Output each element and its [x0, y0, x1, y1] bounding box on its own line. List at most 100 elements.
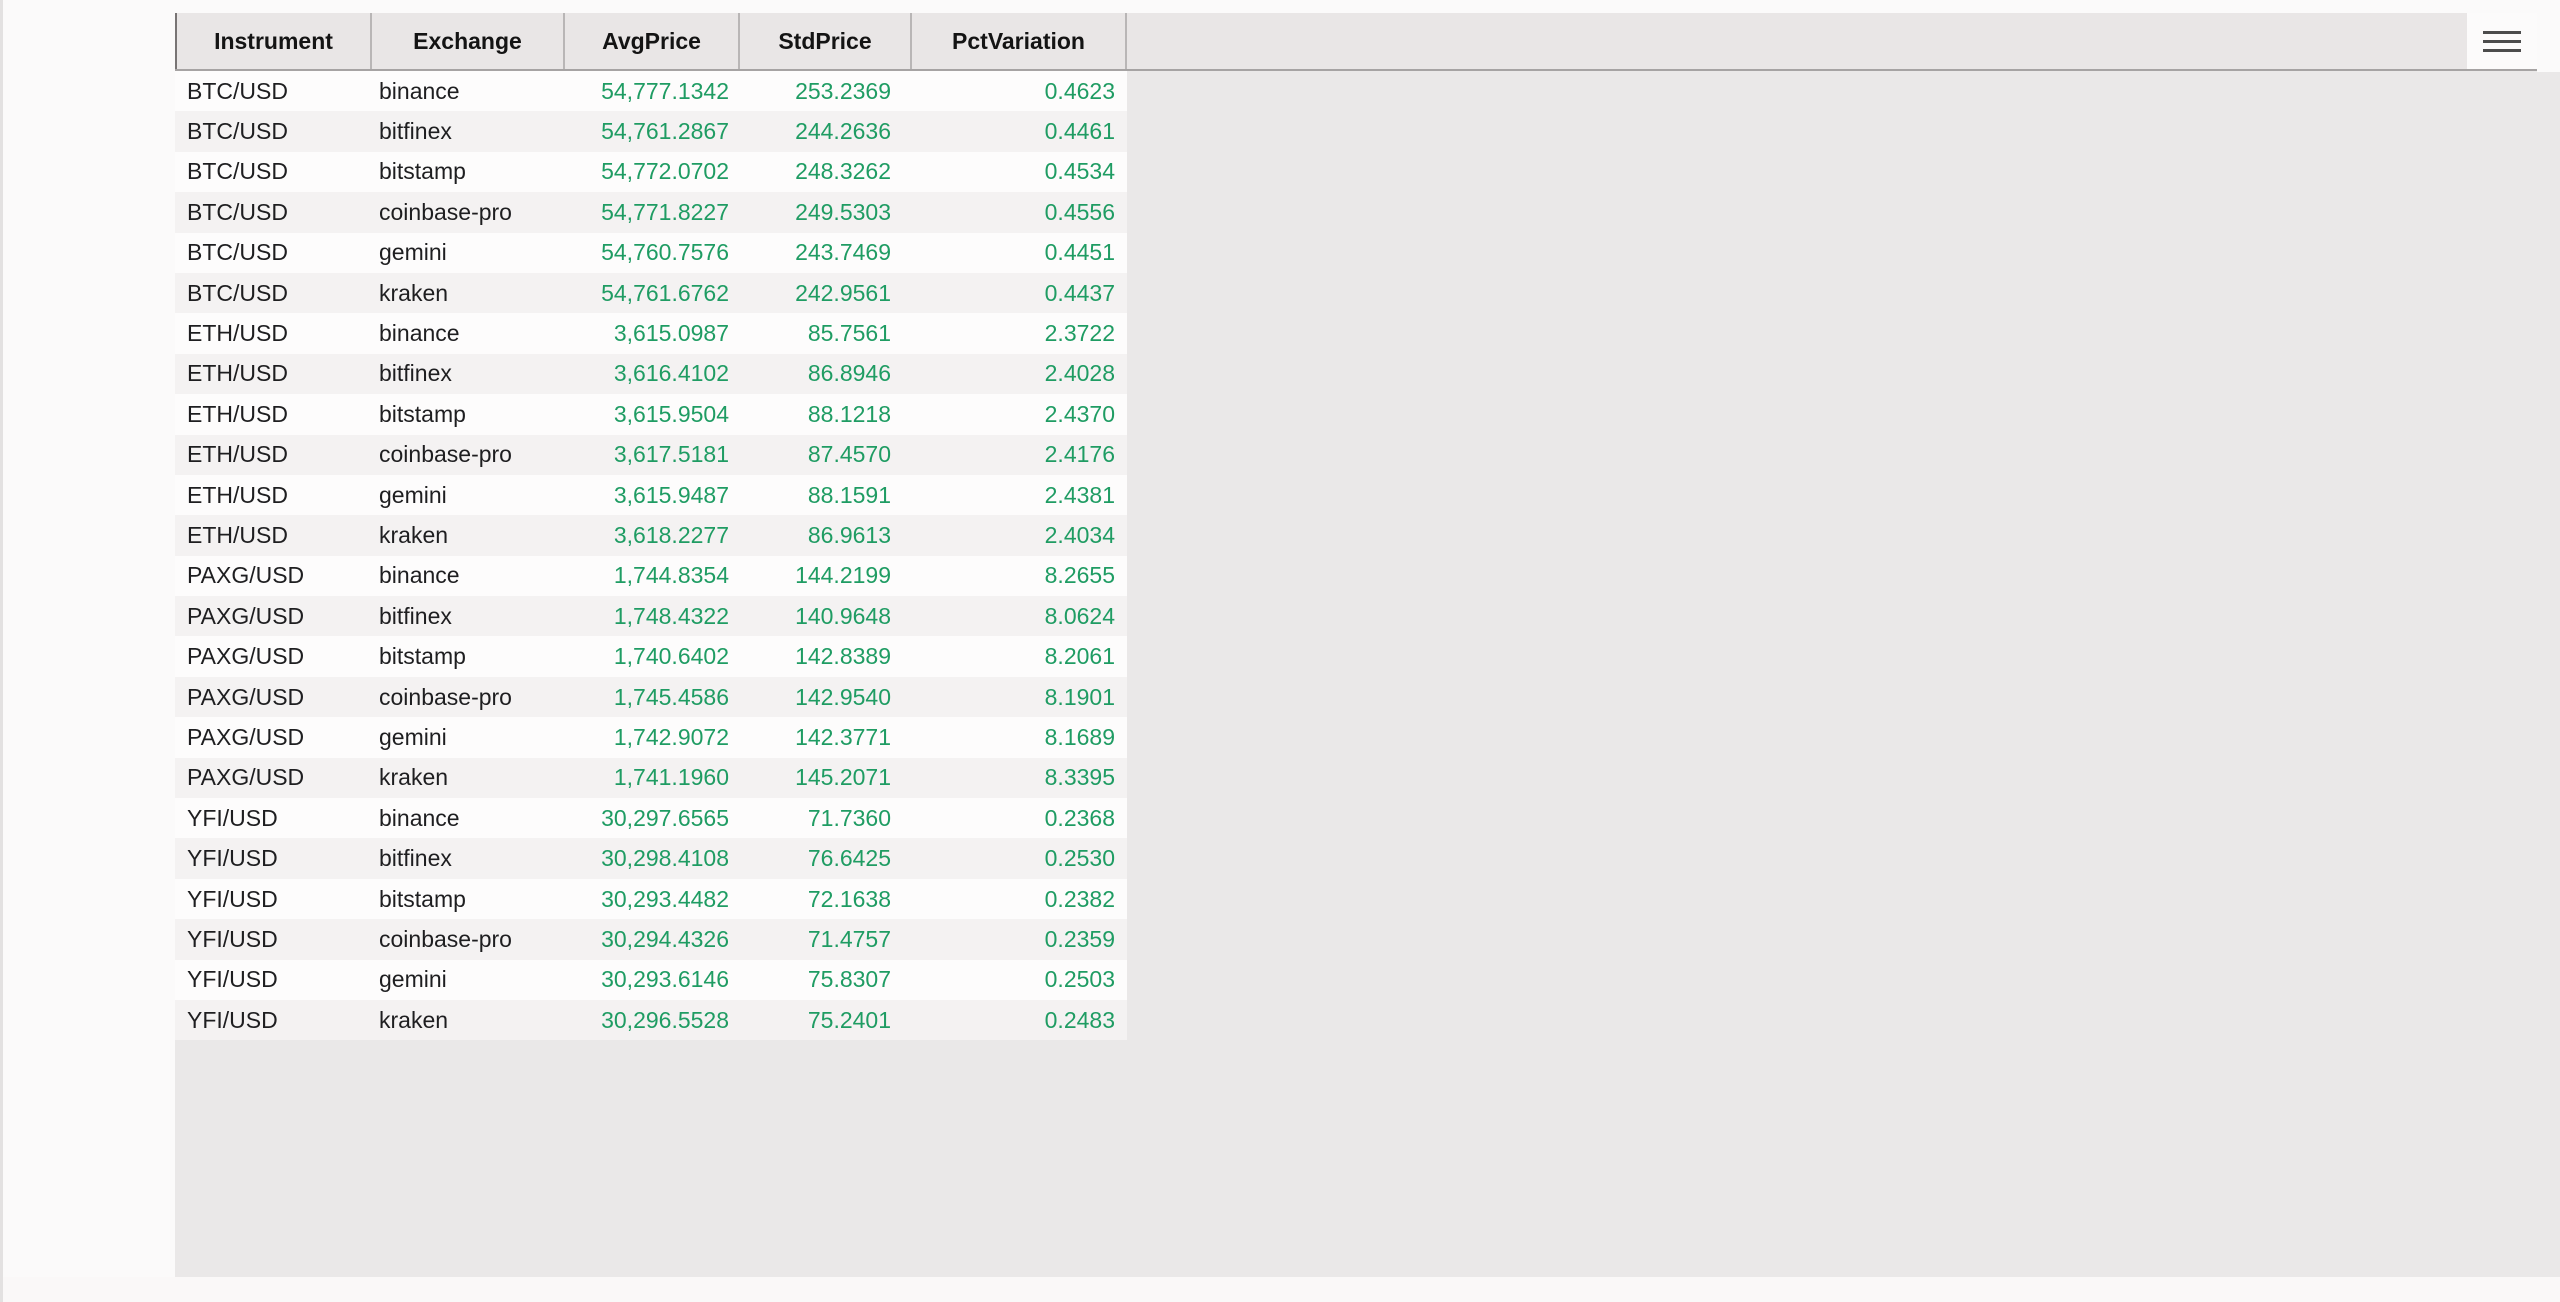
cell-instrument[interactable]: BTC/USD [175, 280, 372, 307]
cell-avgprice[interactable]: 1,745.4586 [565, 684, 740, 711]
cell-exchange[interactable]: bitfinex [372, 360, 565, 387]
cell-avgprice[interactable]: 54,777.1342 [565, 78, 740, 105]
cell-exchange[interactable]: coinbase-pro [372, 926, 565, 953]
cell-pctvariation[interactable]: 8.2061 [912, 643, 1127, 670]
cell-avgprice[interactable]: 3,615.9504 [565, 401, 740, 428]
cell-avgprice[interactable]: 54,760.7576 [565, 239, 740, 266]
cell-exchange[interactable]: kraken [372, 1007, 565, 1034]
cell-instrument[interactable]: PAXG/USD [175, 764, 372, 791]
cell-avgprice[interactable]: 3,618.2277 [565, 522, 740, 549]
cell-pctvariation[interactable]: 8.1689 [912, 724, 1127, 751]
cell-exchange[interactable]: gemini [372, 966, 565, 993]
cell-pctvariation[interactable]: 8.1901 [912, 684, 1127, 711]
cell-avgprice[interactable]: 30,296.5528 [565, 1007, 740, 1034]
cell-pctvariation[interactable]: 0.2382 [912, 886, 1127, 913]
cell-instrument[interactable]: BTC/USD [175, 199, 372, 226]
cell-avgprice[interactable]: 54,761.2867 [565, 118, 740, 145]
cell-exchange[interactable]: binance [372, 805, 565, 832]
cell-instrument[interactable]: BTC/USD [175, 158, 372, 185]
cell-exchange[interactable]: binance [372, 320, 565, 347]
cell-stdprice[interactable]: 71.7360 [740, 805, 912, 832]
cell-stdprice[interactable]: 249.5303 [740, 199, 912, 226]
cell-stdprice[interactable]: 243.7469 [740, 239, 912, 266]
cell-instrument[interactable]: ETH/USD [175, 482, 372, 509]
cell-exchange[interactable]: bitfinex [372, 118, 565, 145]
cell-instrument[interactable]: YFI/USD [175, 805, 372, 832]
cell-stdprice[interactable]: 142.3771 [740, 724, 912, 751]
cell-exchange[interactable]: binance [372, 78, 565, 105]
cell-instrument[interactable]: YFI/USD [175, 926, 372, 953]
cell-avgprice[interactable]: 1,744.8354 [565, 562, 740, 589]
cell-pctvariation[interactable]: 0.2503 [912, 966, 1127, 993]
cell-instrument[interactable]: ETH/USD [175, 401, 372, 428]
cell-stdprice[interactable]: 140.9648 [740, 603, 912, 630]
cell-instrument[interactable]: YFI/USD [175, 886, 372, 913]
cell-exchange[interactable]: kraken [372, 522, 565, 549]
cell-instrument[interactable]: ETH/USD [175, 441, 372, 468]
cell-exchange[interactable]: bitstamp [372, 158, 565, 185]
cell-avgprice[interactable]: 3,615.9487 [565, 482, 740, 509]
cell-stdprice[interactable]: 75.8307 [740, 966, 912, 993]
cell-instrument[interactable]: ETH/USD [175, 360, 372, 387]
cell-pctvariation[interactable]: 0.2483 [912, 1007, 1127, 1034]
cell-stdprice[interactable]: 76.6425 [740, 845, 912, 872]
cell-instrument[interactable]: YFI/USD [175, 845, 372, 872]
cell-avgprice[interactable]: 1,741.1960 [565, 764, 740, 791]
cell-stdprice[interactable]: 142.9540 [740, 684, 912, 711]
cell-pctvariation[interactable]: 2.4381 [912, 482, 1127, 509]
cell-pctvariation[interactable]: 2.4370 [912, 401, 1127, 428]
cell-pctvariation[interactable]: 0.4451 [912, 239, 1127, 266]
cell-avgprice[interactable]: 54,772.0702 [565, 158, 740, 185]
cell-instrument[interactable]: BTC/USD [175, 78, 372, 105]
cell-pctvariation[interactable]: 8.3395 [912, 764, 1127, 791]
cell-exchange[interactable]: coinbase-pro [372, 199, 565, 226]
cell-avgprice[interactable]: 30,294.4326 [565, 926, 740, 953]
cell-stdprice[interactable]: 88.1591 [740, 482, 912, 509]
cell-avgprice[interactable]: 30,298.4108 [565, 845, 740, 872]
cell-exchange[interactable]: kraken [372, 764, 565, 791]
cell-pctvariation[interactable]: 8.0624 [912, 603, 1127, 630]
cell-avgprice[interactable]: 1,740.6402 [565, 643, 740, 670]
cell-pctvariation[interactable]: 2.3722 [912, 320, 1127, 347]
cell-avgprice[interactable]: 1,742.9072 [565, 724, 740, 751]
cell-instrument[interactable]: PAXG/USD [175, 562, 372, 589]
cell-pctvariation[interactable]: 0.2368 [912, 805, 1127, 832]
cell-pctvariation[interactable]: 2.4176 [912, 441, 1127, 468]
cell-exchange[interactable]: coinbase-pro [372, 684, 565, 711]
cell-stdprice[interactable]: 142.8389 [740, 643, 912, 670]
cell-exchange[interactable]: bitstamp [372, 401, 565, 428]
cell-instrument[interactable]: PAXG/USD [175, 643, 372, 670]
cell-exchange[interactable]: gemini [372, 239, 565, 266]
cell-exchange[interactable]: binance [372, 562, 565, 589]
cell-avgprice[interactable]: 3,617.5181 [565, 441, 740, 468]
cell-stdprice[interactable]: 71.4757 [740, 926, 912, 953]
cell-avgprice[interactable]: 30,297.6565 [565, 805, 740, 832]
cell-instrument[interactable]: PAXG/USD [175, 724, 372, 751]
cell-pctvariation[interactable]: 0.4437 [912, 280, 1127, 307]
cell-exchange[interactable]: kraken [372, 280, 565, 307]
cell-instrument[interactable]: PAXG/USD [175, 603, 372, 630]
cell-stdprice[interactable]: 244.2636 [740, 118, 912, 145]
cell-pctvariation[interactable]: 0.4556 [912, 199, 1127, 226]
cell-instrument[interactable]: ETH/USD [175, 522, 372, 549]
cell-exchange[interactable]: gemini [372, 724, 565, 751]
cell-stdprice[interactable]: 253.2369 [740, 78, 912, 105]
cell-avgprice[interactable]: 54,771.8227 [565, 199, 740, 226]
cell-pctvariation[interactable]: 8.2655 [912, 562, 1127, 589]
cell-stdprice[interactable]: 72.1638 [740, 886, 912, 913]
cell-exchange[interactable]: bitstamp [372, 643, 565, 670]
cell-pctvariation[interactable]: 0.2530 [912, 845, 1127, 872]
cell-instrument[interactable]: PAXG/USD [175, 684, 372, 711]
cell-stdprice[interactable]: 145.2071 [740, 764, 912, 791]
cell-avgprice[interactable]: 30,293.6146 [565, 966, 740, 993]
cell-stdprice[interactable]: 86.9613 [740, 522, 912, 549]
cell-stdprice[interactable]: 248.3262 [740, 158, 912, 185]
cell-exchange[interactable]: gemini [372, 482, 565, 509]
cell-stdprice[interactable]: 144.2199 [740, 562, 912, 589]
cell-instrument[interactable]: YFI/USD [175, 1007, 372, 1034]
cell-stdprice[interactable]: 88.1218 [740, 401, 912, 428]
cell-avgprice[interactable]: 30,293.4482 [565, 886, 740, 913]
cell-avgprice[interactable]: 54,761.6762 [565, 280, 740, 307]
cell-exchange[interactable]: bitfinex [372, 845, 565, 872]
cell-avgprice[interactable]: 3,615.0987 [565, 320, 740, 347]
